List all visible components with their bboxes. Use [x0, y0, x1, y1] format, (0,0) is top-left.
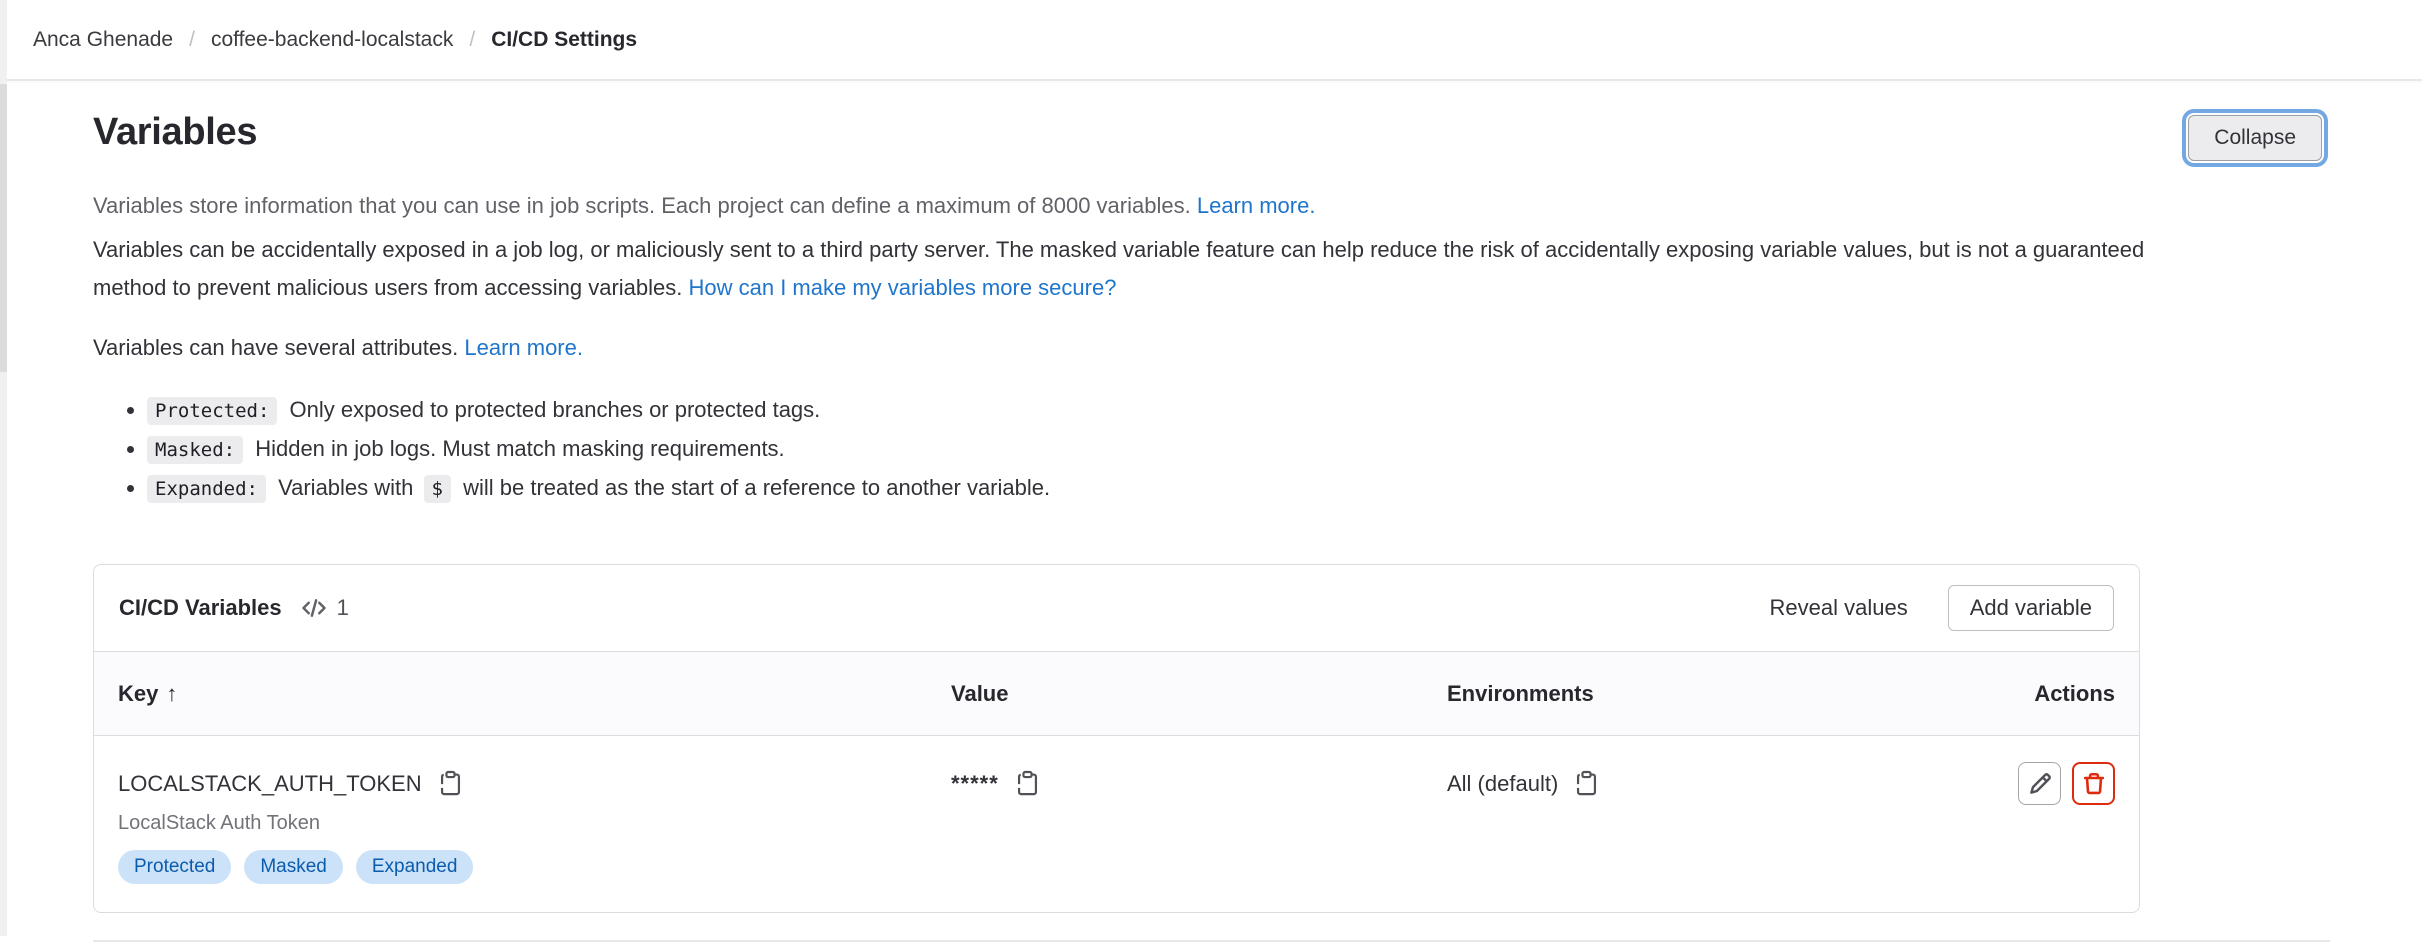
page-title: Variables — [93, 111, 257, 154]
collapse-button[interactable]: Collapse — [2188, 115, 2322, 161]
warning-paragraph: Variables can be accidentally exposed in… — [93, 231, 2153, 307]
card-title: CI/CD Variables — [119, 595, 282, 621]
key-cell: LOCALSTACK_AUTH_TOKEN LocalStack Auth To… — [118, 762, 951, 884]
attributes-list: Protected: Only exposed to protected bra… — [93, 391, 2330, 508]
expanded-code-label: Expanded: — [147, 475, 266, 503]
copy-key-button[interactable] — [437, 770, 464, 797]
sort-ascending-icon: ↑ — [166, 681, 177, 707]
scrollbar-thumb[interactable] — [0, 84, 7, 372]
attributes-paragraph: Variables can have several attributes. L… — [93, 335, 2330, 361]
badge-expanded: Expanded — [356, 850, 474, 884]
variable-key: LOCALSTACK_AUTH_TOKEN — [118, 771, 422, 797]
badge-masked: Masked — [244, 850, 343, 884]
reveal-values-button[interactable]: Reveal values — [1770, 595, 1908, 621]
trash-icon — [2081, 771, 2107, 797]
masked-description: Hidden in job logs. Must match masking r… — [255, 436, 784, 461]
warning-text: Variables can be accidentally exposed in… — [93, 237, 2144, 300]
protected-description: Only exposed to protected branches or pr… — [290, 397, 821, 422]
dollar-code-label: $ — [424, 475, 451, 503]
code-brackets-icon — [300, 594, 328, 622]
copy-value-button[interactable] — [1014, 770, 1041, 797]
variable-description: LocalStack Auth Token — [118, 812, 951, 835]
column-header-value: Value — [951, 681, 1447, 707]
card-header: CI/CD Variables 1 Reveal values Add vari… — [94, 565, 2139, 651]
column-header-environments: Environments — [1447, 681, 2034, 707]
copy-environment-button[interactable] — [1573, 770, 1600, 797]
list-item-protected: Protected: Only exposed to protected bra… — [147, 391, 2330, 430]
badge-protected: Protected — [118, 850, 231, 884]
breadcrumb-item-project[interactable]: coffee-backend-localstack — [211, 28, 453, 52]
edit-variable-button[interactable] — [2018, 762, 2061, 805]
environments-cell: All (default) — [1447, 770, 2018, 797]
breadcrumb-item-group[interactable]: Anca Ghenade — [33, 28, 173, 52]
breadcrumb-separator: / — [189, 28, 195, 52]
column-header-key[interactable]: Key ↑ — [118, 681, 951, 707]
breadcrumb-bar: Anca Ghenade / coffee-backend-localstack… — [0, 0, 2422, 81]
key-column-label: Key — [118, 681, 158, 707]
learn-more-link[interactable]: Learn more. — [1197, 193, 1316, 218]
attributes-text: Variables can have several attributes. — [93, 335, 458, 360]
expanded-description-after: will be treated as the start of a refere… — [463, 475, 1050, 500]
table-header-row: Key ↑ Value Environments Actions — [94, 651, 2139, 736]
expanded-description-before: Variables with — [278, 475, 413, 500]
breadcrumb: Anca Ghenade / coffee-backend-localstack… — [33, 28, 637, 52]
variables-count: 1 — [337, 595, 349, 621]
add-variable-button[interactable]: Add variable — [1948, 585, 2114, 631]
protected-code-label: Protected: — [147, 397, 277, 425]
variables-section-header: Variables Collapse — [93, 111, 2330, 161]
list-item-expanded: Expanded: Variables with $ will be treat… — [147, 469, 2330, 508]
cicd-variables-card: CI/CD Variables 1 Reveal values Add vari… — [93, 564, 2140, 913]
window-scrollbar[interactable] — [0, 0, 7, 936]
settings-content: Variables Collapse Variables store infor… — [0, 111, 2422, 942]
secure-variables-link[interactable]: How can I make my variables more secure? — [689, 275, 1117, 300]
variable-badges: Protected Masked Expanded — [118, 850, 951, 884]
intro-paragraph: Variables store information that you can… — [93, 193, 2330, 219]
list-item-masked: Masked: Hidden in job logs. Must match m… — [147, 430, 2330, 469]
variable-table-row: LOCALSTACK_AUTH_TOKEN LocalStack Auth To… — [94, 736, 2139, 912]
breadcrumb-separator: / — [469, 28, 475, 52]
pencil-icon — [2027, 771, 2053, 797]
actions-cell — [2018, 762, 2115, 805]
attributes-learn-more-link[interactable]: Learn more. — [464, 335, 583, 360]
column-header-actions: Actions — [2034, 681, 2115, 707]
delete-variable-button[interactable] — [2072, 762, 2115, 805]
environment-scope: All (default) — [1447, 771, 1558, 797]
breadcrumb-item-current: CI/CD Settings — [491, 28, 637, 52]
value-cell: ***** — [951, 770, 1447, 797]
intro-text: Variables store information that you can… — [93, 193, 1191, 218]
masked-code-label: Masked: — [147, 436, 243, 464]
masked-value: ***** — [951, 771, 999, 797]
